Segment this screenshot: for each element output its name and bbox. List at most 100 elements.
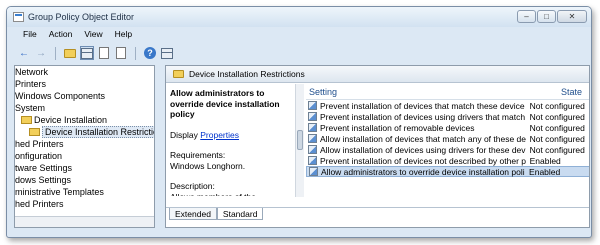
title-bar: Group Policy Object Editor – □ ✕ — [7, 7, 591, 27]
app-window: Group Policy Object Editor – □ ✕ File Ac… — [6, 6, 592, 238]
tree-item-label: tware Settings — [15, 163, 73, 173]
tree-item-label: dows Settings — [15, 175, 72, 185]
policy-setting-icon — [309, 167, 318, 176]
setting-state: Not configured — [529, 100, 585, 111]
view-button[interactable] — [160, 46, 174, 60]
close-button[interactable]: ✕ — [557, 10, 587, 23]
menu-view[interactable]: View — [78, 27, 108, 42]
tab-extended[interactable]: Extended — [169, 208, 217, 220]
tree-item-network[interactable]: Network — [15, 66, 154, 78]
window-title: Group Policy Object Editor — [28, 12, 135, 22]
tab-standard[interactable]: Standard — [216, 208, 264, 220]
forward-arrow-icon[interactable]: → — [34, 46, 48, 60]
list-item[interactable]: Prevent installation of devices not desc… — [306, 155, 589, 166]
description-text: Description: Allows members of the — [170, 181, 256, 196]
minimize-button[interactable]: – — [517, 10, 536, 23]
tree-item-label: System — [15, 103, 46, 113]
tree-item-deployed-printers-2[interactable]: hed Printers — [15, 198, 154, 210]
app-icon — [13, 12, 24, 22]
properties-button[interactable] — [97, 46, 111, 60]
setting-name: Prevent installation of devices that mat… — [320, 100, 526, 111]
tree-item-printers[interactable]: Printers — [15, 78, 154, 90]
tree-item-label: Printers — [15, 79, 47, 89]
setting-state: Enabled — [529, 155, 561, 166]
policy-setting-icon — [308, 112, 317, 121]
console-tree: Network Printers Windows Components Syst… — [14, 65, 155, 228]
menu-file[interactable]: File — [17, 27, 43, 42]
tree-item-label: Windows Components — [15, 91, 106, 101]
up-folder-button[interactable] — [63, 46, 77, 60]
view-icon — [161, 47, 173, 59]
tree-item-deployed-printers[interactable]: hed Printers — [15, 138, 154, 150]
properties-icon — [99, 47, 109, 59]
export-list-icon — [116, 47, 126, 59]
setting-state: Not configured — [529, 144, 585, 155]
list-item[interactable]: Prevent installation of devices using dr… — [306, 111, 589, 122]
back-arrow-icon[interactable]: ← — [17, 46, 31, 60]
tree-item-user-configuration[interactable]: onfiguration — [15, 150, 154, 162]
show-hide-tree-button[interactable] — [80, 46, 94, 60]
display-properties-line: Display Properties — [170, 130, 294, 141]
setting-name: Prevent installation of devices using dr… — [320, 111, 526, 122]
details-header: Device Installation Restrictions — [166, 66, 589, 83]
folder-up-icon — [64, 48, 76, 58]
tree-item-administrative-templates[interactable]: ministrative Templates — [15, 186, 154, 198]
menu-bar: File Action View Help — [7, 27, 591, 42]
settings-list-header: Setting State — [306, 84, 589, 100]
policy-setting-icon — [308, 156, 317, 165]
column-header-setting[interactable]: Setting — [306, 87, 527, 97]
list-item[interactable]: Allow installation of devices that match… — [306, 133, 589, 144]
policy-setting-icon — [308, 134, 317, 143]
setting-name: Prevent installation of removable device… — [320, 122, 475, 133]
tree-item-label: Device Installation Restrictions — [42, 126, 154, 138]
export-list-button[interactable] — [114, 46, 128, 60]
list-item[interactable]: Prevent installation of devices that mat… — [306, 100, 589, 111]
maximize-button[interactable]: □ — [537, 10, 556, 23]
details-pane: Device Installation Restrictions Allow a… — [165, 65, 590, 228]
console-tree-icon — [81, 47, 93, 59]
list-item[interactable]: Allow installation of devices using driv… — [306, 144, 589, 155]
toolbar-divider — [135, 46, 136, 60]
tree-item-software-settings[interactable]: tware Settings — [15, 162, 154, 174]
properties-link[interactable]: Properties — [200, 130, 239, 140]
column-header-state[interactable]: State — [527, 87, 589, 97]
menu-help[interactable]: Help — [109, 27, 138, 42]
tree-item-label: hed Printers — [15, 199, 64, 209]
requirements-text: Requirements: Windows Longhorn. — [170, 150, 246, 171]
extended-description: Allow administrators to override device … — [170, 88, 294, 196]
setting-name: Prevent installation of devices not desc… — [320, 155, 526, 166]
policy-setting-icon — [308, 101, 317, 110]
tree-item-device-installation-restrictions[interactable]: Device Installation Restrictions — [15, 126, 154, 138]
list-item[interactable]: Prevent installation of removable device… — [306, 122, 589, 133]
policy-setting-icon — [308, 145, 317, 154]
tree-item-system[interactable]: System — [15, 102, 154, 114]
folder-icon — [29, 128, 40, 136]
help-button[interactable]: ? — [143, 46, 157, 60]
setting-name: Allow administrators to override device … — [321, 166, 526, 177]
tree-item-windows-components[interactable]: Windows Components — [15, 90, 154, 102]
tree-item-label: onfiguration — [15, 151, 63, 161]
folder-icon — [21, 116, 32, 124]
view-tabs: Extended Standard — [166, 207, 589, 220]
tree-item-label: Network — [15, 67, 49, 77]
policy-title: Allow administrators to override device … — [170, 88, 280, 119]
scrollbar-thumb[interactable] — [297, 130, 303, 150]
policy-setting-icon — [308, 123, 317, 132]
tree-item-windows-settings[interactable]: dows Settings — [15, 174, 154, 186]
tree-item-label: Device Installation — [34, 115, 108, 125]
help-icon: ? — [144, 47, 156, 59]
list-item-selected[interactable]: Allow administrators to override device … — [306, 166, 589, 177]
folder-icon — [173, 70, 184, 78]
tree-item-label: ministrative Templates — [15, 187, 104, 197]
description-scrollbar[interactable] — [295, 84, 304, 197]
tree-item-label: hed Printers — [15, 139, 64, 149]
tree-item-device-installation[interactable]: Device Installation — [15, 114, 154, 126]
setting-state: Not configured — [529, 111, 585, 122]
horizontal-scrollbar[interactable] — [15, 216, 154, 227]
menu-action[interactable]: Action — [43, 27, 79, 42]
toolbar: ← → ? — [7, 43, 591, 63]
setting-state: Enabled — [529, 166, 561, 177]
toolbar-divider — [55, 46, 56, 60]
setting-name: Allow installation of devices that match… — [320, 133, 526, 144]
settings-list: Setting State Prevent installation of de… — [306, 84, 589, 206]
